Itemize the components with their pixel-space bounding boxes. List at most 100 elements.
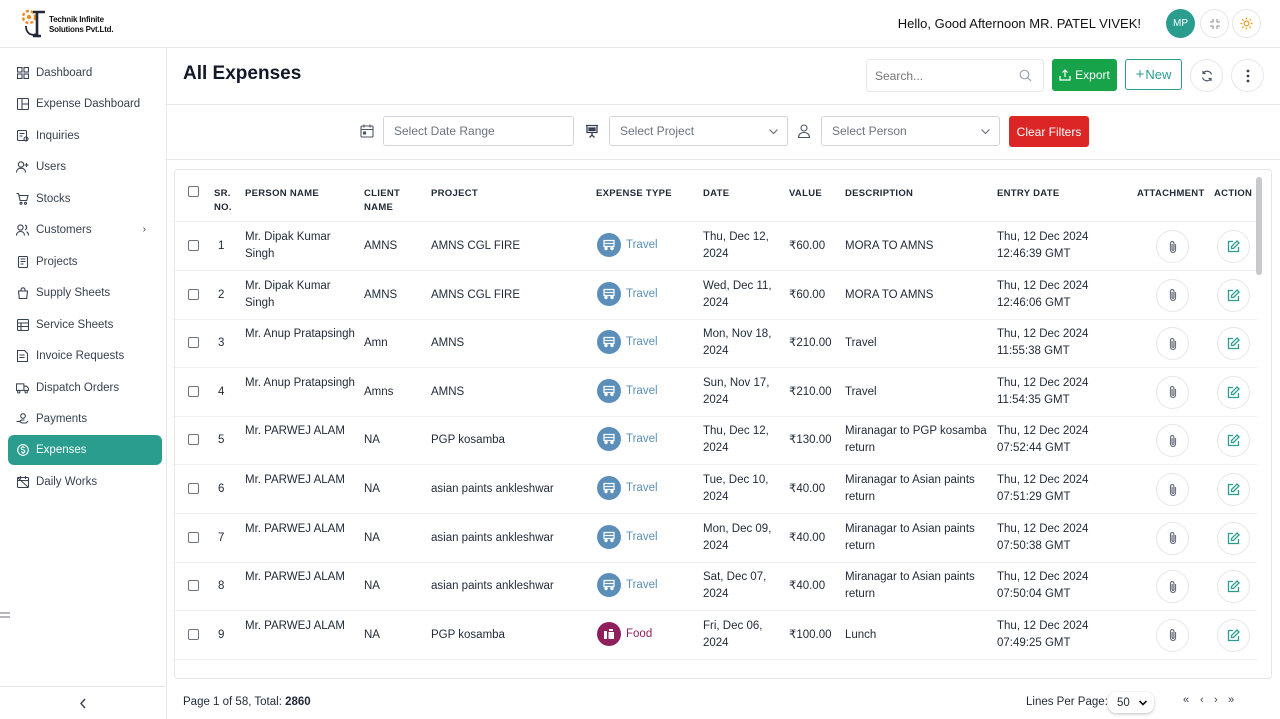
edit-button[interactable] [1217, 424, 1250, 458]
column-header-date[interactable]: DATE [703, 187, 729, 201]
sidebar-item-dashboard[interactable]: Dashboard [8, 58, 162, 88]
project-select[interactable]: Select Project [609, 116, 788, 146]
expense-type: Travel [597, 427, 658, 452]
row-checkbox[interactable] [188, 580, 199, 592]
table-row[interactable]: 7 Mr. PARWEJ ALAM NA asian paints ankleshwa… [175, 514, 1257, 563]
table-row[interactable]: 6 Mr. PARWEJ ALAM NA asian paints ankleshwa… [175, 465, 1257, 514]
entry-date: Thu, 12 Dec 2024 07:49:25 GMT [997, 619, 1089, 649]
expense-type: Travel [597, 378, 658, 403]
attachment-button[interactable] [1156, 230, 1189, 263]
select-all-checkbox[interactable] [188, 186, 199, 197]
export-label: Export [1075, 68, 1110, 82]
edit-button[interactable] [1217, 618, 1250, 652]
sr-no: 3 [218, 337, 225, 350]
row-checkbox[interactable] [188, 531, 199, 543]
sidebar-item-label: Customers [36, 224, 92, 236]
table-row[interactable]: 1 Mr. Dipak Kumar Singh AMNS AMNS CGL FIRE Tr… [175, 222, 1257, 271]
drag-handle-icon[interactable] [0, 610, 10, 622]
page-title: All Expenses [183, 63, 302, 84]
row-checkbox[interactable] [188, 385, 199, 397]
row-checkbox[interactable] [188, 483, 199, 494]
table-scrollbar[interactable] [1256, 177, 1262, 275]
export-button[interactable]: Export [1052, 59, 1117, 91]
column-header-entry-date[interactable]: ENTRY DATE [997, 187, 1059, 201]
clear-filters-button[interactable]: Clear Filters [1009, 116, 1089, 147]
date-range-picker[interactable]: Select Date Range [383, 116, 574, 146]
attachment-button[interactable] [1156, 473, 1189, 506]
sidebar-item-expense-dashboard[interactable]: Expense Dashboard [8, 89, 162, 119]
avatar[interactable]: MP [1166, 9, 1195, 38]
sidebar-collapse-button[interactable] [0, 686, 167, 719]
table-row[interactable]: 3 Mr. Anup Pratapsingh Amn AMNS Travel Mon, N… [175, 319, 1257, 369]
edit-button[interactable] [1217, 570, 1250, 604]
column-header-person[interactable]: PERSON NAME [245, 187, 319, 201]
attachment-button[interactable] [1156, 327, 1189, 361]
refresh-button[interactable] [1190, 59, 1223, 92]
first-page-button[interactable]: « [1183, 694, 1189, 706]
last-page-button[interactable]: » [1228, 694, 1234, 706]
edit-button[interactable] [1217, 473, 1250, 506]
table-row[interactable]: 5 Mr. PARWEJ ALAM NA PGP kosamba Travel Thu, … [175, 416, 1257, 466]
more-options-button[interactable] [1231, 59, 1264, 92]
edit-button[interactable] [1217, 375, 1250, 409]
table-row[interactable]: 8 Mr. PARWEJ ALAM NA asian paints ankleshwa… [175, 562, 1257, 612]
sidebar-item-daily-works[interactable]: Daily Works [8, 467, 162, 497]
search-input[interactable] [866, 59, 1044, 92]
table-row[interactable]: 9 Mr. PARWEJ ALAM NA PGP kosamba Food Fri, De… [175, 611, 1257, 660]
row-checkbox[interactable] [188, 434, 199, 446]
sidebar-item-service-sheets[interactable]: Service Sheets [8, 310, 162, 340]
sidebar-item-inquiries[interactable]: Inquiries [8, 121, 162, 151]
edit-button[interactable] [1217, 278, 1250, 312]
next-page-button[interactable]: › [1214, 694, 1218, 706]
sidebar-item-label: Projects [36, 256, 78, 268]
table-row[interactable]: 4 Mr. Anup Pratapsingh Amns AMNS Travel Sun, … [175, 368, 1257, 417]
edit-button[interactable] [1217, 521, 1250, 555]
attachment-button[interactable] [1156, 618, 1189, 652]
expense-value: ₹40.00 [789, 580, 826, 593]
expense-type-label: Travel [626, 384, 658, 397]
fullscreen-button[interactable] [1200, 9, 1229, 38]
column-header-action: ACTION [1214, 188, 1253, 199]
sidebar-item-payments[interactable]: Payments [8, 404, 162, 434]
sidebar-item-customers[interactable]: Customers › [8, 215, 162, 245]
expense-description: MORA TO AMNS [845, 288, 934, 301]
attachment-button[interactable] [1156, 570, 1189, 604]
new-expense-button[interactable]: + New [1125, 59, 1182, 90]
column-header-value[interactable]: VALUE [789, 187, 822, 201]
column-header-description[interactable]: DESCRIPTION [845, 187, 913, 201]
row-checkbox[interactable] [188, 288, 199, 300]
attachment-button[interactable] [1156, 375, 1189, 409]
column-header-project[interactable]: PROJECT [431, 187, 478, 201]
edit-button[interactable] [1217, 327, 1250, 361]
lines-per-page-select[interactable]: 50 [1108, 692, 1154, 713]
previous-page-button[interactable]: ‹ [1200, 694, 1204, 706]
attachment-button[interactable] [1156, 424, 1189, 458]
expense-date: Mon, Dec 09, 2024 [703, 522, 772, 552]
table-row[interactable]: 2 Mr. Dipak Kumar Singh AMNS AMNS CGL FIRE Tr… [175, 271, 1257, 320]
lines-per-page-value: 50 [1117, 696, 1130, 709]
layout-icon [16, 98, 29, 111]
sidebar-item-stocks[interactable]: Stocks [8, 184, 162, 214]
sidebar-item-users[interactable]: Users [8, 152, 162, 182]
sidebar-item-invoice-requests[interactable]: Invoice Requests [8, 341, 162, 371]
client-name: AMNS [364, 288, 398, 301]
calendar-off-icon [16, 476, 29, 489]
column-header-client[interactable]: CLIENT NAME [364, 187, 400, 215]
row-checkbox[interactable] [188, 628, 199, 640]
row-checkbox[interactable] [188, 240, 199, 251]
sidebar-item-expenses[interactable]: Expenses [8, 435, 162, 465]
attachment-button[interactable] [1156, 521, 1189, 555]
sidebar-item-projects[interactable]: Projects [8, 247, 162, 277]
edit-button[interactable] [1217, 230, 1250, 263]
column-header-expense-type[interactable]: EXPENSE TYPE [596, 187, 672, 201]
attachment-button[interactable] [1156, 278, 1189, 312]
person-select[interactable]: Select Person [821, 116, 1000, 146]
expense-description: Miranagar to PGP kosamba return [845, 425, 987, 455]
sidebar-item-dispatch-orders[interactable]: Dispatch Orders [8, 373, 162, 403]
row-checkbox[interactable] [188, 337, 199, 349]
company-logo[interactable]: Technik Infinite Solutions Pvt.Ltd. [20, 8, 130, 40]
theme-toggle-button[interactable] [1232, 9, 1261, 38]
sheet-icon [16, 319, 29, 332]
sidebar-item-supply-sheets[interactable]: Supply Sheets [8, 278, 162, 308]
column-header-sr[interactable]: SR. NO. [214, 187, 232, 215]
